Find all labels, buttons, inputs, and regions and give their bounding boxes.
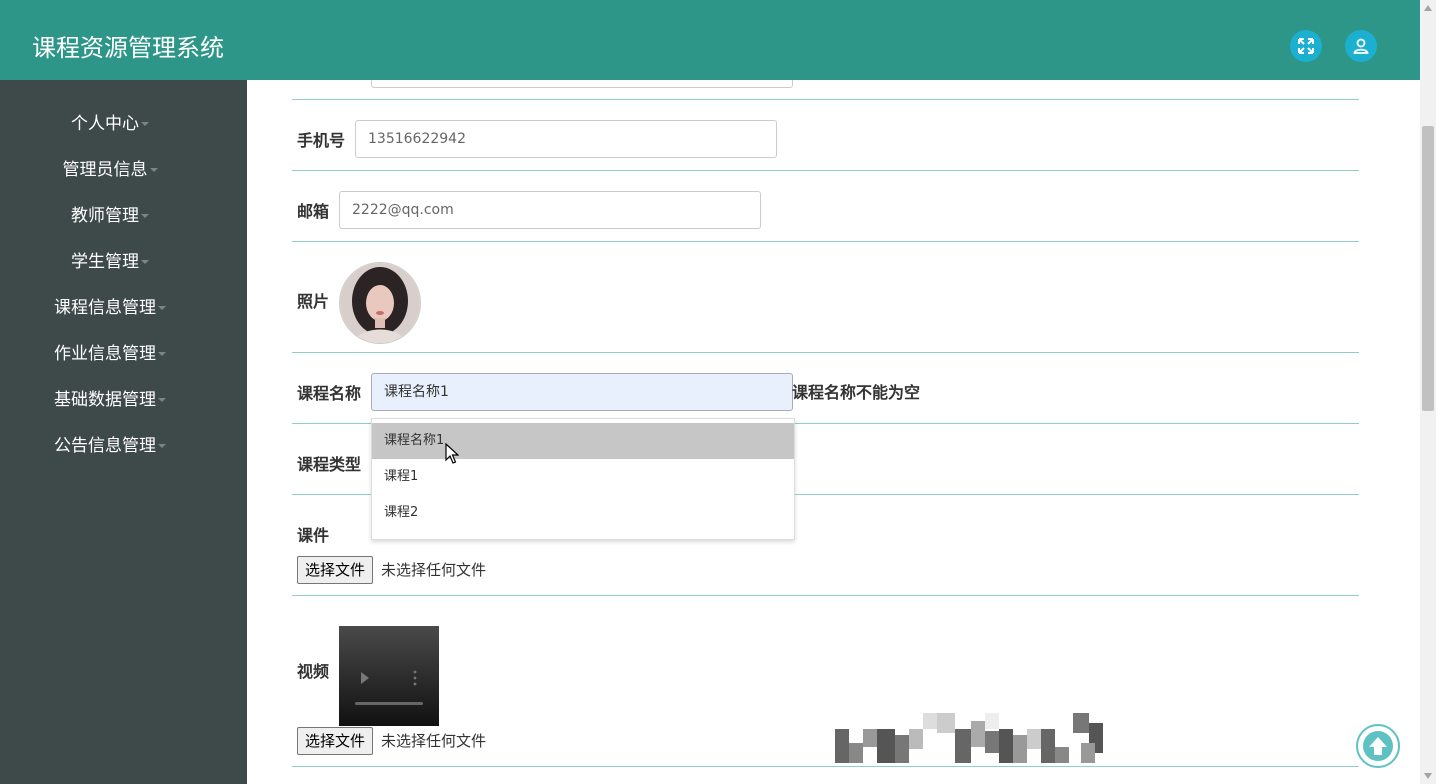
- caret-down-icon: [158, 444, 166, 448]
- pixelated-watermark: [835, 713, 1103, 763]
- suggestion-item[interactable]: 课程名称1: [372, 423, 794, 459]
- course-name-label: 课程名称: [297, 384, 362, 403]
- caret-down-icon: [141, 260, 149, 264]
- vertical-scrollbar[interactable]: [1420, 0, 1436, 784]
- fullscreen-button[interactable]: [1290, 30, 1322, 62]
- sidebar: 个人中心 管理员信息 教师管理 学生管理 课程信息管理 作业信息管理 基础数据管…: [0, 80, 247, 784]
- avatar: [339, 262, 421, 344]
- divider: [292, 352, 1359, 353]
- sidebar-item-label: 管理员信息: [62, 160, 148, 180]
- sidebar-item-label: 作业信息管理: [54, 344, 156, 364]
- sidebar-item-basic-data[interactable]: 基础数据管理: [0, 388, 220, 412]
- sidebar-item-teacher-management[interactable]: 教师管理: [0, 204, 220, 228]
- course-name-input[interactable]: 课程名称1: [371, 373, 793, 411]
- sidebar-item-label: 个人中心: [71, 114, 139, 134]
- play-icon: [361, 672, 369, 684]
- suggestion-item[interactable]: 课程1: [372, 459, 794, 495]
- sidebar-item-admin-info[interactable]: 管理员信息: [0, 158, 220, 182]
- divider: [292, 170, 1359, 171]
- sidebar-item-course-info[interactable]: 课程信息管理: [0, 296, 220, 320]
- user-icon: [1353, 38, 1369, 54]
- top-header: 课程资源管理系统: [0, 0, 1420, 80]
- caret-down-icon: [149, 168, 158, 172]
- mouse-cursor-icon: [445, 443, 459, 464]
- caret-down-icon: [141, 122, 149, 126]
- more-icon: [413, 670, 417, 674]
- user-button[interactable]: [1345, 30, 1377, 62]
- course-name-suggestions: 课程名称1 课程1 课程2: [371, 418, 795, 540]
- progress-track: [355, 702, 423, 705]
- divider: [292, 766, 1359, 767]
- courseware-choose-file-button[interactable]: 选择文件: [297, 556, 374, 584]
- email-label: 邮箱: [297, 202, 330, 221]
- back-to-top-button[interactable]: [1356, 724, 1400, 768]
- sidebar-item-announcement[interactable]: 公告信息管理: [0, 434, 220, 458]
- scroll-down-arrow-icon[interactable]: [1424, 773, 1432, 779]
- courseware-file-status: 未选择任何文件: [381, 561, 487, 579]
- divider: [292, 99, 1359, 100]
- phone-input[interactable]: 13516622942: [355, 120, 777, 158]
- sidebar-item-label: 教师管理: [71, 206, 139, 226]
- sidebar-item-homework-info[interactable]: 作业信息管理: [0, 342, 220, 366]
- course-name-error: 课程名称不能为空: [792, 383, 921, 402]
- sidebar-item-label: 基础数据管理: [54, 390, 156, 410]
- caret-down-icon: [158, 352, 166, 356]
- caret-down-icon: [141, 214, 149, 218]
- video-choose-file-button[interactable]: 选择文件: [297, 727, 374, 755]
- video-controls: [355, 670, 423, 705]
- caret-down-icon: [158, 398, 166, 402]
- suggestion-item[interactable]: 课程2: [372, 495, 794, 531]
- course-type-label: 课程类型: [297, 455, 362, 474]
- video-file-status: 未选择任何文件: [381, 732, 487, 750]
- courseware-label: 课件: [297, 526, 330, 545]
- divider: [292, 595, 1359, 596]
- email-input[interactable]: 2222@qq.com: [339, 191, 761, 229]
- caret-down-icon: [158, 306, 166, 310]
- sidebar-item-label: 学生管理: [71, 252, 139, 272]
- form-content: 手机号 13516622942 邮箱 2222@qq.com 照片 课程名称 课…: [247, 0, 1420, 784]
- arrow-up-icon: [1363, 731, 1393, 761]
- scrollbar-thumb[interactable]: [1422, 126, 1434, 411]
- app-title: 课程资源管理系统: [32, 34, 224, 62]
- divider: [292, 241, 1359, 242]
- expand-icon: [1298, 38, 1314, 54]
- sidebar-item-personal-center[interactable]: 个人中心: [0, 112, 220, 136]
- portrait-image: [340, 263, 420, 343]
- photo-label: 照片: [297, 292, 330, 311]
- video-label: 视频: [297, 662, 330, 681]
- sidebar-item-label: 课程信息管理: [54, 298, 156, 318]
- phone-label: 手机号: [297, 131, 346, 150]
- video-player[interactable]: [339, 626, 439, 726]
- scroll-up-arrow-icon[interactable]: [1424, 5, 1432, 11]
- sidebar-item-student-management[interactable]: 学生管理: [0, 250, 220, 274]
- sidebar-item-label: 公告信息管理: [54, 436, 156, 456]
